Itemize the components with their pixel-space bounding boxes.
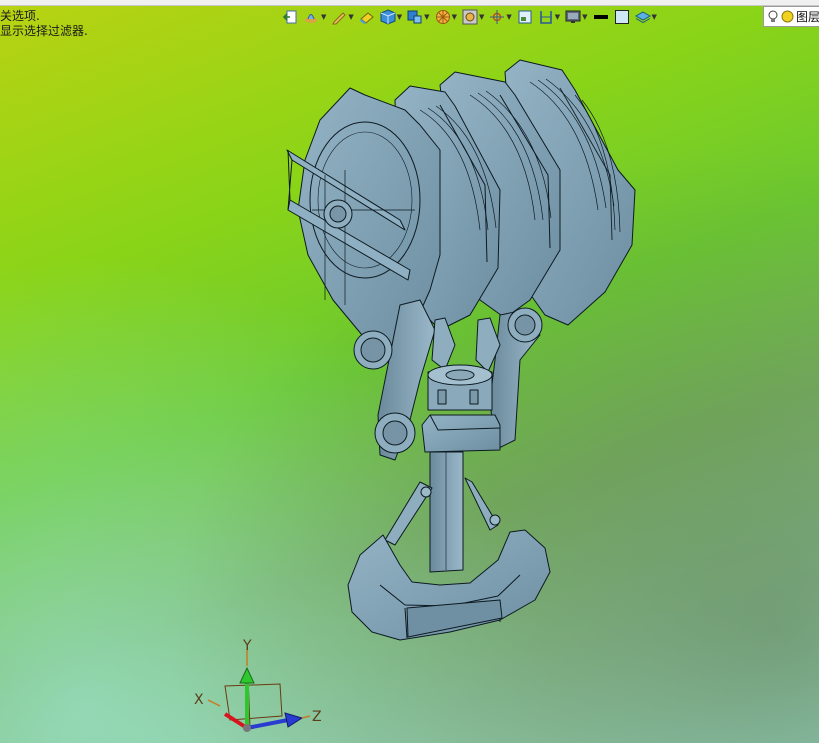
dropdown-arrow-icon: ▼ (506, 13, 512, 21)
status-line-2: 显示选择过滤器. (0, 24, 88, 38)
render-style-button[interactable]: ▼ (303, 7, 327, 27)
bracket-icon (539, 11, 552, 24)
display-settings-button[interactable]: ▼ (564, 7, 588, 27)
bulb-icon (768, 10, 778, 22)
dropdown-arrow-icon: ▼ (348, 13, 354, 21)
view-orient-button[interactable]: ▼ (406, 7, 430, 27)
move-csys-button[interactable]: ▼ (488, 7, 512, 27)
crosshead (421, 364, 501, 453)
dropdown-arrow-icon: ▼ (424, 13, 430, 21)
graphics-viewport[interactable]: 关选项. 显示选择过滤器. ▼ ▼ ▼ ▼ ▼ ▼ ▼ ▼ ▼ ▼ 图层 Y Z… (0, 0, 819, 743)
exit-sketch-icon (283, 10, 297, 24)
dropdown-arrow-icon: ▼ (396, 13, 403, 21)
frame-icon (518, 10, 532, 24)
dropdown-arrow-icon: ▼ (651, 13, 657, 21)
pencil-icon (332, 12, 347, 25)
view-orient-icon (407, 10, 422, 24)
sketch-pencil-button[interactable]: ▼ (330, 7, 354, 27)
triad-z-label: Z (312, 709, 322, 725)
section-wheel-icon (435, 10, 450, 24)
eraser-icon (359, 12, 374, 24)
hook-shank (429, 451, 464, 573)
sun-icon (781, 10, 794, 23)
triad-y-label: Y (242, 638, 252, 654)
top-strip (0, 0, 819, 6)
display-mode-icon (462, 9, 478, 25)
dropdown-arrow-icon: ▼ (321, 13, 327, 21)
layer-visibility-button[interactable]: ▼ (634, 7, 658, 27)
status-line-1: 关选项. (0, 9, 40, 23)
fill-color-icon (614, 10, 629, 24)
dropdown-arrow-icon: ▼ (478, 13, 485, 21)
triad-x-label: X (194, 692, 204, 708)
status-prompt: 关选项. 显示选择过滤器. (0, 9, 88, 39)
move-axes-icon (490, 10, 505, 24)
dropdown-arrow-icon: ▼ (451, 13, 457, 21)
hook-block-model[interactable] (0, 0, 819, 743)
frame-button[interactable] (516, 7, 534, 27)
layer-label: 图层 (796, 10, 819, 24)
view-cube-icon (380, 9, 396, 25)
view-triad: Y Z X (194, 638, 322, 732)
dropdown-arrow-icon: ▼ (554, 13, 561, 21)
line-color-button[interactable] (592, 7, 610, 27)
render-style-icon (305, 14, 317, 23)
layer-selector[interactable]: 图层 (763, 6, 819, 27)
triad-axes (207, 650, 311, 732)
section-view-button[interactable]: ▼ (434, 7, 458, 27)
fill-color-button[interactable] (613, 7, 631, 27)
view-cube-button[interactable]: ▼ (379, 7, 403, 27)
eraser-button[interactable] (358, 7, 376, 27)
view-toolbar: ▼ ▼ ▼ ▼ ▼ ▼ ▼ ▼ ▼ ▼ (282, 7, 658, 27)
layer-stack-icon (634, 11, 651, 24)
dropdown-arrow-icon: ▼ (582, 13, 588, 21)
bracket-button[interactable]: ▼ (537, 7, 561, 27)
monitor-icon (565, 10, 581, 23)
exit-sketch-button[interactable] (282, 7, 300, 27)
display-mode-button[interactable]: ▼ (461, 7, 485, 27)
line-color-icon (593, 15, 608, 19)
